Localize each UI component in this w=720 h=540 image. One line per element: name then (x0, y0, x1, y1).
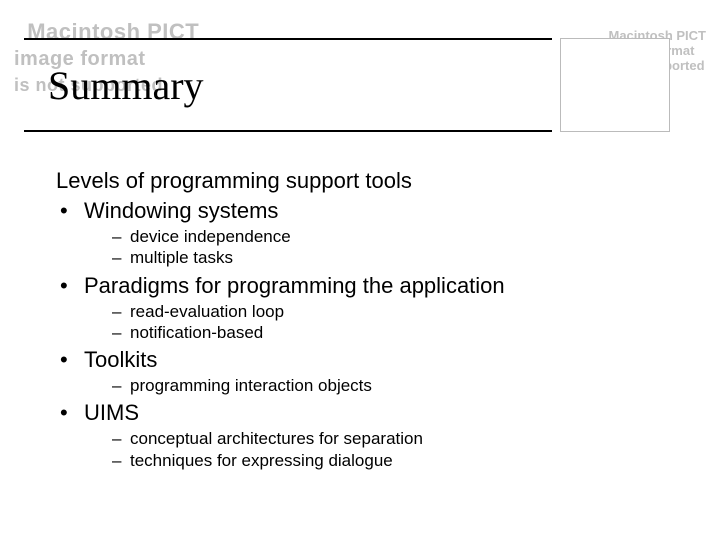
sub-list: programming interaction objects (84, 375, 680, 396)
sub-item: conceptual architectures for separation (112, 428, 680, 449)
slide-body: Levels of programming support tools Wind… (56, 168, 680, 471)
bullet-item: Windowing systems device independence mu… (56, 198, 680, 269)
bullet-label: Windowing systems (84, 198, 278, 223)
sub-item: techniques for expressing dialogue (112, 450, 680, 471)
sub-item: programming interaction objects (112, 375, 680, 396)
slide-title: Summary (48, 62, 204, 109)
bullet-item: Paradigms for programming the applicatio… (56, 273, 680, 344)
sub-item: read-evaluation loop (112, 301, 680, 322)
sub-list: conceptual architectures for separation … (84, 428, 680, 471)
rule-bottom (24, 130, 552, 132)
bullet-label: UIMS (84, 400, 139, 425)
warn-top-l1: Macintosh PICT (27, 19, 199, 44)
sub-list: read-evaluation loop notification-based (84, 301, 680, 344)
sub-item: notification-based (112, 322, 680, 343)
pict-placeholder-box (560, 38, 670, 132)
bullet-label: Toolkits (84, 347, 157, 372)
intro-line: Levels of programming support tools (56, 168, 680, 194)
bullet-item: Toolkits programming interaction objects (56, 347, 680, 396)
sub-list: device independence multiple tasks (84, 226, 680, 269)
sub-item: multiple tasks (112, 247, 680, 268)
bullet-list: Windowing systems device independence mu… (56, 198, 680, 471)
sub-item: device independence (112, 226, 680, 247)
bullet-item: UIMS conceptual architectures for separa… (56, 400, 680, 471)
rule-top (24, 38, 552, 40)
bullet-label: Paradigms for programming the applicatio… (84, 273, 505, 298)
